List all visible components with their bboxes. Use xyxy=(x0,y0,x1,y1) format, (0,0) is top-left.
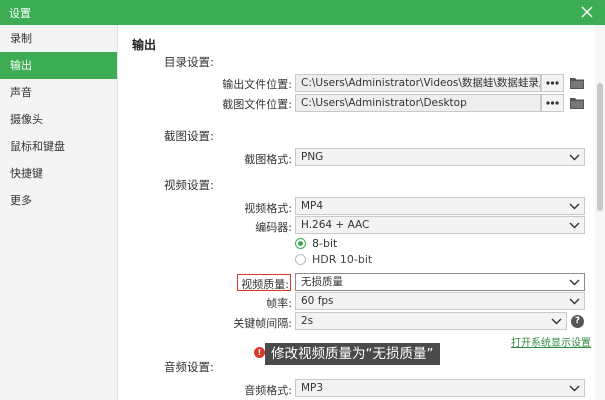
instruction-tooltip: 修改视频质量为“无损质量” xyxy=(265,343,440,365)
sidebar-item-sound[interactable]: 声音 xyxy=(0,79,117,106)
sidebar-item-hotkeys[interactable]: 快捷键 xyxy=(0,160,117,187)
keyframe-interval-select[interactable]: 2s xyxy=(295,312,567,330)
video-format-label: 视频格式: xyxy=(244,202,292,215)
screenshot-section-label: 截图设置: xyxy=(164,129,214,143)
chevron-down-icon xyxy=(569,385,580,392)
sidebar-item-mouse-keyboard[interactable]: 鼠标和键盘 xyxy=(0,133,117,160)
video-quality-select[interactable]: 无损质量 xyxy=(295,273,585,291)
chevron-down-icon xyxy=(569,203,580,210)
scrollbar-thumb[interactable] xyxy=(597,83,603,211)
scrollbar[interactable] xyxy=(595,25,605,400)
page-title: 输出 xyxy=(132,38,157,52)
screenshot-format-select[interactable]: PNG xyxy=(295,148,585,166)
chevron-down-icon xyxy=(569,222,580,229)
encoder-label: 编码器: xyxy=(255,221,292,234)
radio-hdr-10bit[interactable] xyxy=(295,254,306,265)
chevron-down-icon xyxy=(551,318,562,325)
audio-format-select[interactable]: MP3 xyxy=(295,379,585,397)
encoder-value: H.264 + AAC xyxy=(301,219,370,231)
radio-8bit-label: 8-bit xyxy=(312,237,338,250)
sidebar-item-camera[interactable]: 摄像头 xyxy=(0,106,117,133)
sidebar-item-output[interactable]: 输出 xyxy=(0,52,117,79)
screenshot-path-label: 截图文件位置: xyxy=(222,98,292,111)
video-quality-label: 视频质量: xyxy=(241,278,289,291)
keyframe-interval-value: 2s xyxy=(301,315,314,327)
output-path-field[interactable]: C:\Users\Administrator\Videos\数据蛙\数据蛙录屏软… xyxy=(295,74,541,92)
system-display-settings-link[interactable]: 打开系统显示设置 xyxy=(511,334,591,349)
radio-hdr-10bit-label: HDR 10-bit xyxy=(312,253,373,266)
keyframe-interval-label: 关键帧间隔: xyxy=(233,317,292,330)
close-icon[interactable] xyxy=(578,2,596,22)
audio-format-value: MP3 xyxy=(301,382,324,394)
fps-value: 60 fps xyxy=(301,295,334,307)
folder-icon[interactable] xyxy=(570,77,584,89)
chevron-down-icon xyxy=(569,154,580,161)
output-browse-button[interactable] xyxy=(541,74,564,92)
output-path-label: 输出文件位置: xyxy=(222,78,292,91)
audio-format-label: 音频格式: xyxy=(244,384,292,397)
encoder-select[interactable]: H.264 + AAC xyxy=(295,216,585,234)
video-format-select[interactable]: MP4 xyxy=(295,197,585,215)
chevron-down-icon xyxy=(569,298,580,305)
directory-section-label: 目录设置: xyxy=(164,55,214,69)
fps-label: 帧率: xyxy=(266,297,292,310)
video-quality-value: 无损质量 xyxy=(301,276,343,288)
screenshot-format-label: 截图格式: xyxy=(244,153,292,166)
chevron-down-icon xyxy=(569,279,580,286)
screenshot-path-field[interactable]: C:\Users\Administrator\Desktop xyxy=(295,94,541,112)
window-title: 设置 xyxy=(9,7,31,20)
screenshot-format-value: PNG xyxy=(301,151,324,163)
screenshot-browse-button[interactable] xyxy=(541,94,564,112)
radio-8bit[interactable] xyxy=(295,238,306,249)
video-section-label: 视频设置: xyxy=(164,178,214,192)
video-format-value: MP4 xyxy=(301,200,324,212)
folder-icon[interactable] xyxy=(570,97,584,109)
sidebar: 录制 输出 声音 摄像头 鼠标和键盘 快捷键 更多 xyxy=(0,25,118,400)
more-dots-icon xyxy=(546,81,559,85)
help-icon[interactable]: ? xyxy=(571,315,584,328)
fps-select[interactable]: 60 fps xyxy=(295,292,585,310)
sidebar-item-record[interactable]: 录制 xyxy=(0,25,117,52)
warning-icon: ! xyxy=(254,347,265,358)
audio-section-label: 音频设置: xyxy=(164,360,214,374)
more-dots-icon xyxy=(546,101,559,105)
sidebar-item-more[interactable]: 更多 xyxy=(0,187,117,214)
title-bar: 设置 xyxy=(0,0,605,25)
